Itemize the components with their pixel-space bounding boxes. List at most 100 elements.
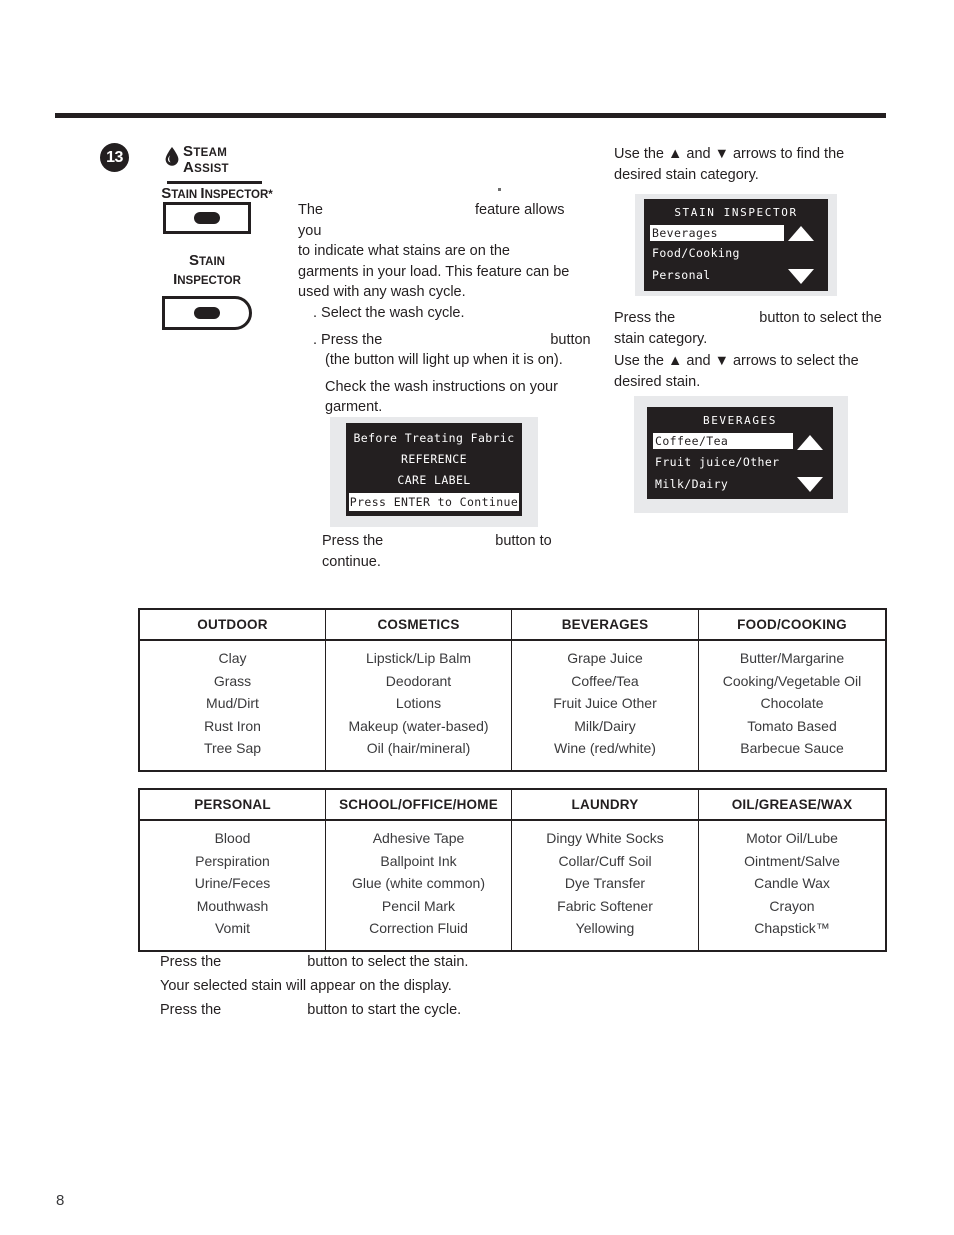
beverages-menu-title: BEVERAGES: [702, 414, 777, 427]
intro-paragraph: The feature allows you to indicate what s…: [298, 200, 588, 303]
water-drop-icon: [165, 147, 179, 166]
care-display-line-3: CARE LABEL: [397, 473, 471, 487]
category-menu-item-selected[interactable]: Beverages: [650, 225, 784, 241]
list-item: Adhesive Tape: [372, 830, 465, 846]
list-item: Fabric Softener: [557, 897, 653, 914]
page-number: 8: [56, 1192, 65, 1209]
list-item: Motor Oil/Lube: [746, 830, 838, 846]
stain-category-table-top: OUTDOOR COSMETICS BEVERAGES FOOD/COOKING…: [138, 608, 887, 772]
find-category-line-1: Use the ▲ and ▼ arrows to find the: [614, 146, 845, 162]
list-item: Chapstick™: [754, 920, 830, 936]
list-item: Correction Fluid: [369, 920, 468, 936]
beverages-menu-display: BEVERAGES Coffee/Tea Fruit juice/Other M…: [647, 407, 833, 499]
column-header: OUTDOOR: [138, 609, 326, 641]
list-item: Butter/Margarine: [739, 650, 845, 666]
stain-inspector-sublabel: STAIN INSPECTOR*: [161, 185, 273, 202]
stain-category-table-bottom: PERSONAL SCHOOL/OFFICE/HOME LAUNDRY OIL/…: [138, 788, 887, 952]
list-item: Ointment/Salve: [744, 852, 840, 869]
closing-line-3: Press the button to start the cycle.: [160, 1002, 462, 1018]
stain-list-cell: Butter/Margarine Cooking/Vegetable Oil C…: [698, 640, 887, 771]
intro-line-2: to indicate what stains are on the: [298, 243, 510, 259]
stain-inspector-button-label: STAIN INSPECTOR: [173, 252, 241, 288]
column-header: LAUNDRY: [511, 789, 699, 821]
care-display-enter-prompt: Press ENTER to Continue: [349, 493, 519, 511]
select-stain-line-2: desired stain.: [614, 373, 701, 390]
stain-list-cell: Motor Oil/Lube Ointment/Salve Candle Wax…: [698, 820, 887, 951]
print-artifact-dot: [498, 188, 501, 191]
list-item: Tree Sap: [203, 740, 262, 756]
select-category-line-1: Press the button to select the: [614, 310, 882, 326]
manual-page: 13 STEAM ASSIST STAIN INSPECTOR* STAIN IN…: [0, 0, 954, 1235]
list-item: Perspiration: [195, 852, 270, 869]
list-item: Glue (white common): [351, 875, 486, 891]
step-item-2-sub-1: Check the wash instructions on your: [325, 378, 558, 395]
list-item: Collar/Cuff Soil: [558, 852, 652, 869]
category-menu-item-3[interactable]: Personal: [652, 268, 711, 282]
list-item: Lotions: [395, 695, 442, 711]
scroll-down-arrow-icon[interactable]: [797, 477, 823, 492]
list-item: Grape Juice: [567, 650, 643, 666]
category-menu-item-2[interactable]: Food/Cooking: [652, 246, 740, 260]
list-item: Crayon: [769, 897, 815, 914]
column-header: COSMETICS: [325, 609, 512, 641]
header-rule: [55, 113, 886, 118]
list-item: Mud/Dirt: [206, 695, 259, 711]
list-item: Lipstick/Lip Balm: [365, 650, 472, 666]
list-item: Dye Transfer: [564, 875, 646, 891]
beverages-menu-item-2[interactable]: Fruit juice/Other: [655, 455, 780, 469]
step-item-1: . Select the wash cycle.: [313, 305, 465, 321]
column-header: OIL/GREASE/WAX: [698, 789, 887, 821]
list-item: Chocolate: [760, 695, 824, 711]
care-label-display: Before Treating Fabric REFERENCE CARE LA…: [346, 423, 522, 516]
beverages-menu-item-selected[interactable]: Coffee/Tea: [653, 433, 793, 449]
scroll-down-arrow-icon[interactable]: [788, 269, 814, 284]
steam-assist-logo: STEAM ASSIST: [165, 143, 270, 182]
step-item-2: . Press the button: [313, 331, 591, 348]
stain-inspector-button[interactable]: [162, 296, 252, 330]
list-item: Barbecue Sauce: [740, 740, 844, 756]
step-item-2-sub-2: garment.: [325, 399, 383, 415]
list-item: Dingy White Socks: [546, 830, 664, 846]
table-row: Clay Grass Mud/Dirt Rust Iron Tree Sap L…: [138, 640, 887, 771]
list-item: Rust Iron: [204, 717, 261, 734]
list-item: Ballpoint Ink: [380, 852, 457, 869]
assist-word: ASSIST: [183, 159, 229, 176]
closing-instructions: Press the button to select the stain. You…: [160, 950, 580, 1022]
stain-list-cell: Adhesive Tape Ballpoint Ink Glue (white …: [325, 820, 512, 951]
intro-line-3: garments in your load. This feature can …: [298, 263, 570, 280]
stain-list-cell: Clay Grass Mud/Dirt Rust Iron Tree Sap: [138, 640, 326, 771]
closing-line-2: Your selected stain will appear on the d…: [160, 978, 452, 994]
scroll-up-arrow-icon[interactable]: [788, 226, 814, 241]
press-continue-line: Press the button to continue.: [322, 533, 552, 570]
list-item: Yellowing: [575, 920, 635, 936]
select-stain-instruction: Use the ▲ and ▼ arrows to select the des…: [614, 351, 899, 392]
step-number-badge: 13: [100, 143, 129, 172]
list-item: Coffee/Tea: [571, 672, 639, 689]
select-stain-line-1: Use the ▲ and ▼ arrows to select the: [614, 353, 859, 369]
press-continue-instruction: Press the button to continue.: [322, 531, 592, 572]
care-display-line-2: REFERENCE: [401, 452, 467, 466]
table-header-row: PERSONAL SCHOOL/OFFICE/HOME LAUNDRY OIL/…: [138, 789, 887, 821]
stain-list-cell: Dingy White Socks Collar/Cuff Soil Dye T…: [511, 820, 699, 951]
column-header: SCHOOL/OFFICE/HOME: [325, 789, 512, 821]
list-item: Mouthwash: [196, 897, 269, 914]
category-menu-display: STAIN INSPECTOR Beverages Food/Cooking P…: [644, 199, 828, 291]
list-item: Urine/Feces: [194, 875, 271, 891]
scroll-up-arrow-icon[interactable]: [797, 435, 823, 450]
step-item-2-note: (the button will light up when it is on)…: [325, 352, 563, 368]
logo-divider: [167, 181, 262, 184]
list-item: Tomato Based: [747, 717, 837, 734]
stain-list-cell: Lipstick/Lip Balm Deodorant Lotions Make…: [325, 640, 512, 771]
list-item: Makeup (water-based): [348, 717, 489, 734]
list-item: Oil (hair/mineral): [366, 740, 471, 756]
list-item: Cooking/Vegetable Oil: [722, 672, 862, 689]
care-display-line-1: Before Treating Fabric: [353, 431, 515, 445]
list-item: Vomit: [214, 920, 250, 936]
intro-line-4: used with any wash cycle.: [298, 284, 466, 300]
list-item: Clay: [218, 650, 247, 666]
list-item: Wine (red/white): [554, 740, 656, 756]
steam-assist-button[interactable]: [163, 202, 251, 234]
column-header: PERSONAL: [138, 789, 326, 821]
column-header: FOOD/COOKING: [698, 609, 887, 641]
beverages-menu-item-3[interactable]: Milk/Dairy: [655, 477, 728, 491]
